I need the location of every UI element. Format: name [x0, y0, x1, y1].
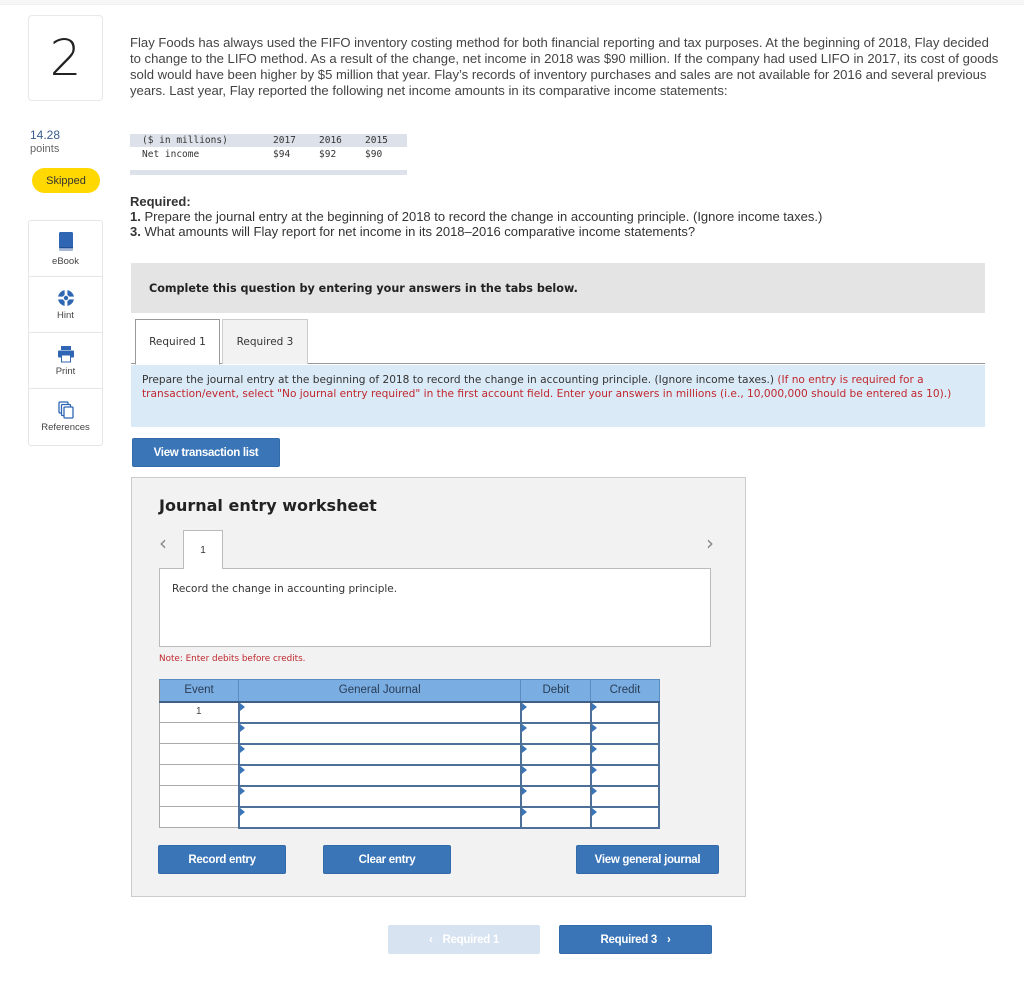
journal-row: 1 — [158, 701, 661, 724]
event-cell — [158, 722, 240, 744]
instruction-banner: Complete this question by entering your … — [131, 263, 985, 313]
clear-entry-button[interactable]: Clear entry — [323, 845, 451, 874]
hint-button[interactable]: Hint — [29, 277, 102, 333]
instruction-text: Prepare the journal entry at the beginni… — [142, 374, 778, 386]
tab-bar: Required 1 Required 3 — [131, 319, 985, 365]
header-cell: 2015 — [365, 135, 388, 146]
next-required-label: Required 3 — [600, 933, 658, 946]
event-cell: 1 — [158, 701, 240, 723]
top-bar — [0, 0, 1024, 5]
print-button[interactable]: Print — [29, 333, 102, 389]
references-button[interactable]: References — [29, 389, 102, 445]
debit-input[interactable] — [519, 785, 592, 808]
chevron-left-icon[interactable]: ‹ — [159, 531, 167, 555]
required-item: 3. What amounts will Flay report for net… — [130, 224, 1010, 239]
journal-row — [158, 806, 661, 829]
journal-entry-worksheet: Journal entry worksheet ‹ 1 › Record the… — [131, 477, 746, 897]
ebook-label: eBook — [52, 255, 79, 267]
account-input[interactable] — [237, 785, 522, 808]
cell-value: $90 — [365, 148, 383, 160]
copy-documents-icon — [57, 401, 74, 419]
journal-row — [158, 722, 661, 745]
book-icon — [58, 231, 73, 251]
debit-input[interactable] — [519, 806, 592, 829]
credit-input[interactable] — [589, 722, 661, 745]
header-cell: ($ in millions) — [142, 135, 228, 146]
previous-required-label: Required 1 — [442, 933, 500, 946]
status-badge: Skipped — [32, 168, 100, 193]
required-section: Required: 1. Prepare the journal entry a… — [130, 194, 1010, 239]
header-cell: 2016 — [319, 135, 342, 146]
worksheet-description: Record the change in accounting principl… — [159, 568, 711, 647]
debit-input[interactable] — [519, 722, 592, 745]
table-row: Net income $94 $92 $90 — [130, 147, 407, 161]
chevron-right-icon: › — [666, 933, 671, 946]
event-cell — [158, 785, 240, 807]
net-income-table-header: ($ in millions) 2017 2016 2015 — [130, 134, 407, 147]
credit-input[interactable] — [589, 806, 661, 829]
account-input[interactable] — [237, 764, 522, 787]
ebook-button[interactable]: eBook — [29, 221, 102, 277]
printer-icon — [57, 345, 74, 362]
header-cell: 2017 — [273, 135, 296, 146]
question-number: 2 — [49, 29, 82, 87]
column-header-general-journal: General Journal — [238, 679, 522, 703]
table-footer-bar — [130, 170, 407, 175]
next-required-button[interactable]: Required 3 › — [559, 925, 712, 954]
points-label: points — [30, 143, 60, 155]
lifebuoy-icon — [57, 289, 74, 306]
tools-panel: eBook Hint Print References — [28, 220, 103, 446]
journal-row — [158, 785, 661, 808]
worksheet-title: Journal entry worksheet — [159, 496, 377, 515]
column-header-credit: Credit — [590, 679, 660, 703]
journal-row — [158, 743, 661, 766]
account-input[interactable] — [237, 743, 522, 766]
event-cell — [158, 806, 240, 828]
tab-required-1[interactable]: Required 1 — [135, 319, 220, 365]
points-value: 14.28 — [30, 128, 61, 142]
required-heading: Required: — [130, 194, 191, 209]
account-input[interactable] — [237, 701, 522, 724]
chevron-left-icon: ‹ — [429, 933, 433, 946]
debit-input[interactable] — [519, 764, 592, 787]
credit-input[interactable] — [589, 764, 661, 787]
debit-input[interactable] — [519, 701, 592, 724]
worksheet-tab-1[interactable]: 1 — [183, 530, 223, 569]
required-item-number: 3. — [130, 224, 141, 239]
view-general-journal-button[interactable]: View general journal — [576, 845, 719, 874]
row-label: Net income — [142, 148, 200, 160]
required-item: 1. Prepare the journal entry at the begi… — [130, 209, 1010, 224]
net-income-table: ($ in millions) 2017 2016 2015 Net incom… — [130, 134, 407, 175]
credit-input[interactable] — [589, 785, 661, 808]
journal-row — [158, 764, 661, 787]
required-item-number: 1. — [130, 209, 141, 224]
worksheet-note: Note: Enter debits before credits. — [159, 654, 306, 664]
tab-instructions: Prepare the journal entry at the beginni… — [131, 365, 985, 427]
hint-label: Hint — [57, 309, 74, 321]
debit-input[interactable] — [519, 743, 592, 766]
references-label: References — [41, 422, 90, 433]
required-item-text: What amounts will Flay report for net in… — [140, 224, 696, 239]
chevron-right-icon[interactable]: › — [706, 531, 714, 555]
column-header-debit: Debit — [520, 679, 592, 703]
journal-table: Event General Journal Debit Credit 1 — [158, 679, 661, 829]
credit-input[interactable] — [589, 701, 661, 724]
account-input[interactable] — [237, 806, 522, 829]
record-entry-button[interactable]: Record entry — [158, 845, 286, 874]
cell-value: $94 — [273, 148, 291, 160]
question-number-box: 2 — [28, 15, 103, 101]
required-item-text: Prepare the journal entry at the beginni… — [140, 209, 823, 224]
column-header-event: Event — [158, 679, 240, 703]
credit-input[interactable] — [589, 743, 661, 766]
tab-required-3[interactable]: Required 3 — [222, 319, 308, 364]
previous-required-button: ‹ Required 1 — [388, 925, 540, 954]
view-transaction-list-button[interactable]: View transaction list — [132, 438, 280, 467]
event-cell — [158, 764, 240, 786]
event-cell — [158, 743, 240, 765]
question-text: Flay Foods has always used the FIFO inve… — [130, 35, 999, 98]
account-input[interactable] — [237, 722, 522, 745]
print-label: Print — [55, 365, 76, 377]
cell-value: $92 — [319, 148, 337, 160]
